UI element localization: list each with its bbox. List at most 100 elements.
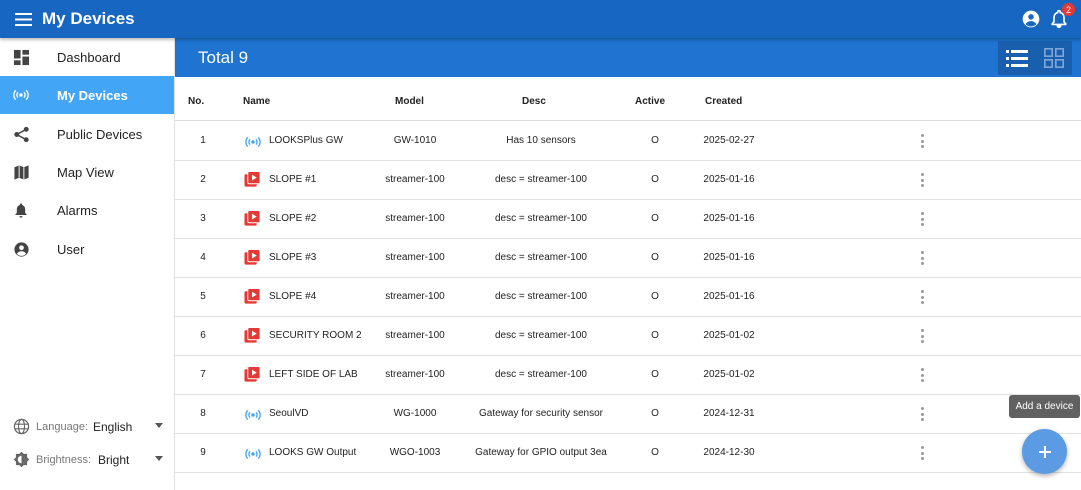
globe-icon: [13, 418, 31, 436]
row-model: GW-1010: [393, 135, 437, 146]
add-device-button[interactable]: [1022, 429, 1067, 474]
table-row[interactable]: 7 LEFT SIDE OF LAB streamer-100 desc = stre…: [175, 356, 1081, 395]
main-content: Total 9 No. Name Model Desc Active Creat…: [175, 38, 1081, 490]
row-active: O: [651, 174, 659, 185]
row-model: streamer-100: [385, 252, 445, 263]
more-vert-icon[interactable]: [915, 405, 929, 423]
column-header-desc[interactable]: Desc: [522, 96, 546, 107]
language-label: Language:: [36, 421, 88, 433]
brightness-select[interactable]: Bright: [98, 453, 129, 467]
row-no: 9: [200, 447, 206, 458]
row-name: SeoulVD: [269, 408, 309, 419]
add-device-tooltip: Add a device: [1009, 395, 1080, 418]
table-row[interactable]: 1 LOOKSPlus GW GW-1010 Has 10 sensors O 2025-…: [175, 122, 1081, 161]
row-name: SECURITY ROOM 2: [269, 330, 362, 341]
table-row[interactable]: 5 SLOPE #4 streamer-100 desc = streamer-100…: [175, 278, 1081, 317]
column-header-active[interactable]: Active: [635, 96, 665, 107]
bell-icon: [12, 201, 30, 219]
radio-tower-icon: [12, 86, 30, 104]
sidebar-item-my-devices[interactable]: My Devices: [0, 76, 174, 114]
chevron-down-icon[interactable]: [155, 456, 163, 461]
more-vert-icon[interactable]: [915, 132, 929, 150]
hamburger-menu-icon[interactable]: [12, 0, 34, 38]
streamer-icon: [244, 288, 262, 306]
sidebar: Dashboard My Devices Public Devices Map …: [0, 38, 175, 490]
chevron-down-icon[interactable]: [155, 423, 163, 428]
language-select[interactable]: English: [93, 420, 132, 434]
row-name: LOOKSPlus GW: [269, 135, 343, 146]
more-vert-icon[interactable]: [915, 249, 929, 267]
row-created: 2025-01-16: [703, 174, 755, 185]
language-setting: Language: English: [0, 415, 174, 439]
sidebar-item-label: User: [57, 241, 85, 257]
row-name: SLOPE #3: [269, 252, 317, 263]
row-name: LOOKS GW Output: [269, 447, 357, 458]
row-created: 2025-01-16: [703, 252, 755, 263]
row-model: streamer-100: [385, 330, 445, 341]
row-desc: desc = streamer-100: [495, 252, 587, 263]
grid-view-icon[interactable]: [1035, 41, 1072, 75]
column-header-name[interactable]: Name: [243, 96, 270, 107]
row-name: SLOPE #4: [269, 291, 317, 302]
row-desc: Gateway for GPIO output 3ea: [475, 447, 607, 458]
row-desc: desc = streamer-100: [495, 369, 587, 380]
more-vert-icon[interactable]: [915, 210, 929, 228]
sidebar-item-label: Alarms: [57, 202, 98, 218]
row-no: 7: [200, 369, 206, 380]
row-model: streamer-100: [385, 291, 445, 302]
account-circle-icon[interactable]: [1019, 7, 1043, 31]
streamer-icon: [244, 366, 262, 384]
row-model: WGO-1003: [389, 447, 441, 458]
sidebar-item-alarms[interactable]: Alarms: [0, 191, 174, 229]
row-name: LEFT SIDE OF LAB: [269, 369, 358, 380]
streamer-icon: [244, 171, 262, 189]
column-header-model[interactable]: Model: [395, 96, 424, 107]
sidebar-item-label: My Devices: [57, 87, 128, 103]
more-vert-icon[interactable]: [915, 444, 929, 462]
row-created: 2025-01-02: [703, 330, 755, 341]
total-count: Total 9: [198, 48, 249, 67]
sidebar-item-user[interactable]: User: [0, 230, 174, 268]
more-vert-icon[interactable]: [915, 327, 929, 345]
row-no: 8: [200, 408, 206, 419]
row-name: SLOPE #1: [269, 174, 317, 185]
notification-bell-icon[interactable]: 2: [1047, 3, 1075, 31]
row-desc: desc = streamer-100: [495, 174, 587, 185]
view-mode-toggle: [998, 41, 1072, 75]
row-no: 5: [200, 291, 206, 302]
row-active: O: [651, 408, 659, 419]
table-row[interactable]: 4 SLOPE #3 streamer-100 desc = streamer-100…: [175, 239, 1081, 278]
table-row[interactable]: 2 SLOPE #1 streamer-100 desc = streamer-100…: [175, 161, 1081, 200]
table-row[interactable]: 8 SeoulVD WG-1000 Gateway for security sens…: [175, 395, 1081, 434]
table-row[interactable]: 3 SLOPE #2 streamer-100 desc = streamer-100…: [175, 200, 1081, 239]
list-view-icon[interactable]: [998, 41, 1035, 75]
more-vert-icon[interactable]: [915, 366, 929, 384]
row-created: 2024-12-31: [703, 408, 755, 419]
table-row[interactable]: 9 LOOKS GW Output WGO-1003 Gateway for GPIO…: [175, 434, 1081, 473]
sidebar-item-dashboard[interactable]: Dashboard: [0, 38, 174, 76]
app-header: My Devices 2: [0, 0, 1081, 38]
sidebar-item-map-view[interactable]: Map View: [0, 153, 174, 191]
more-vert-icon[interactable]: [915, 288, 929, 306]
gateway-icon: [244, 447, 262, 465]
row-no: 3: [200, 213, 206, 224]
column-header-no[interactable]: No.: [188, 96, 204, 107]
streamer-icon: [244, 210, 262, 228]
table-row[interactable]: 6 SECURITY ROOM 2 streamer-100 desc = strea…: [175, 317, 1081, 356]
row-desc: Has 10 sensors: [506, 135, 576, 146]
map-icon: [12, 163, 30, 181]
sidebar-item-public-devices[interactable]: Public Devices: [0, 115, 174, 153]
more-vert-icon[interactable]: [915, 171, 929, 189]
row-created: 2025-01-02: [703, 369, 755, 380]
row-desc: desc = streamer-100: [495, 330, 587, 341]
sidebar-item-label: Public Devices: [57, 126, 143, 142]
row-desc: desc = streamer-100: [495, 213, 587, 224]
row-no: 2: [200, 174, 206, 185]
row-name: SLOPE #2: [269, 213, 317, 224]
row-created: 2024-12-30: [703, 447, 755, 458]
streamer-icon: [244, 249, 262, 267]
column-header-created[interactable]: Created: [705, 96, 742, 107]
brightness-icon: [13, 451, 31, 469]
row-created: 2025-02-27: [703, 135, 755, 146]
row-desc: Gateway for security sensor: [479, 408, 603, 419]
